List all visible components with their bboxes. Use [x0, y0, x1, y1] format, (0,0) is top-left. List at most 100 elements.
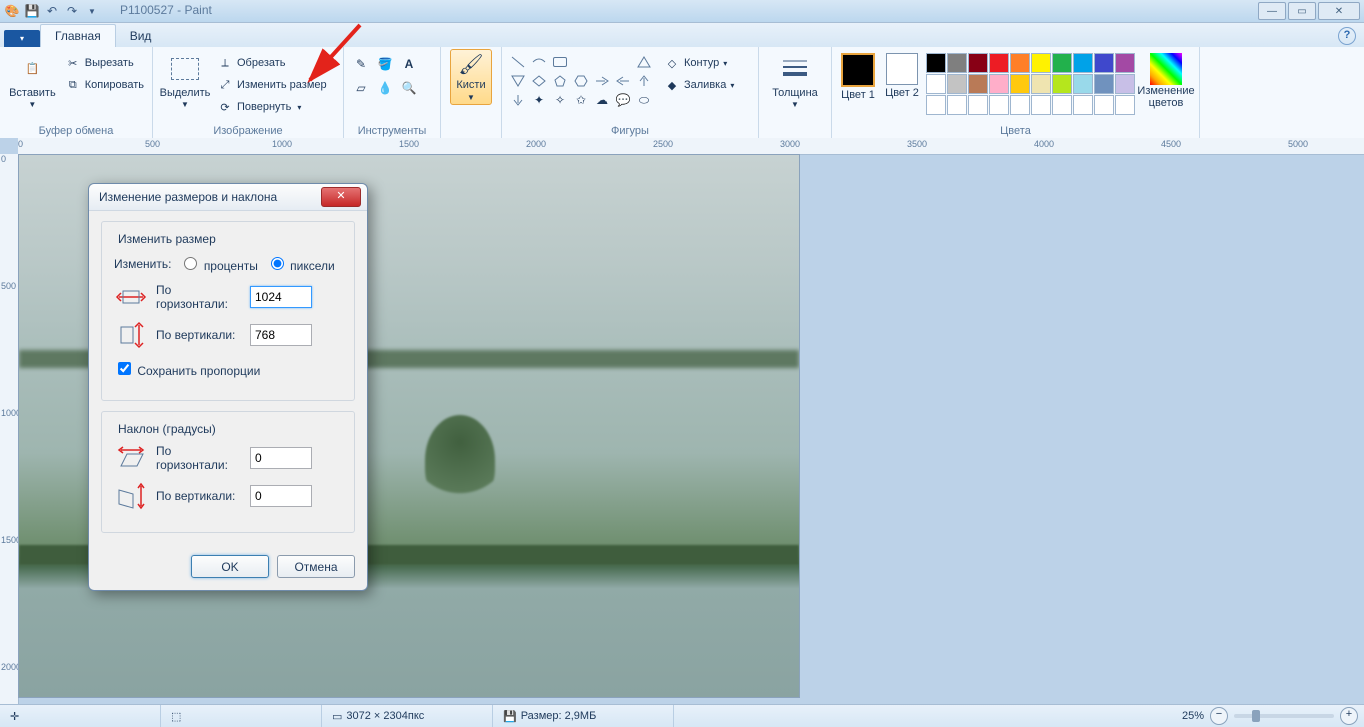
palette-swatch[interactable] — [926, 53, 946, 73]
dialog-close-button[interactable]: ✕ — [321, 187, 361, 207]
color-palette[interactable] — [926, 53, 1135, 115]
palette-swatch[interactable] — [1031, 95, 1051, 115]
cancel-button[interactable]: Отмена — [277, 555, 355, 578]
palette-swatch[interactable] — [1115, 53, 1135, 73]
outline-icon: ◇ — [664, 55, 680, 71]
dims-icon: ▭ — [332, 710, 342, 723]
palette-swatch[interactable] — [1010, 53, 1030, 73]
resize-icon: ⤢ — [217, 77, 233, 93]
skew-v-input[interactable] — [250, 485, 312, 507]
palette-swatch[interactable] — [947, 95, 967, 115]
zoom-tool[interactable]: 🔍 — [398, 77, 420, 99]
aspect-checkbox[interactable]: Сохранить пропорции — [114, 359, 260, 378]
color2-button[interactable]: Цвет 2 — [882, 49, 922, 99]
palette-swatch[interactable] — [926, 95, 946, 115]
ok-button[interactable]: OK — [191, 555, 269, 578]
palette-swatch[interactable] — [1052, 53, 1072, 73]
file-menu[interactable] — [4, 30, 40, 47]
cut-button[interactable]: ✂Вырезать — [63, 53, 146, 73]
thickness-icon — [779, 53, 811, 85]
palette-swatch[interactable] — [1094, 74, 1114, 94]
crop-icon: ⟂ — [217, 55, 233, 71]
palette-swatch[interactable] — [1073, 53, 1093, 73]
palette-swatch[interactable] — [1031, 53, 1051, 73]
paste-label: Вставить — [9, 87, 56, 99]
rotate-button[interactable]: ⟳Повернуть▾ — [215, 97, 329, 117]
palette-swatch[interactable] — [1094, 95, 1114, 115]
maximize-button[interactable]: ▭ — [1288, 2, 1316, 20]
tab-view[interactable]: Вид — [116, 25, 166, 47]
vertical-label: По вертикали: — [156, 328, 242, 342]
help-icon[interactable]: ? — [1338, 27, 1356, 45]
palette-swatch[interactable] — [989, 53, 1009, 73]
resize-skew-dialog: Изменение размеров и наклона ✕ Изменить … — [88, 183, 368, 591]
select-icon — [169, 53, 201, 85]
select-button[interactable]: Выделить ▼ — [159, 49, 211, 110]
clipboard-icon: 📋 — [16, 53, 48, 85]
fill-icon: ◆ — [664, 77, 680, 93]
text-tool[interactable]: A — [398, 53, 420, 75]
palette-swatch[interactable] — [1052, 74, 1072, 94]
zoom-slider[interactable] — [1234, 714, 1334, 718]
zoom-in-button[interactable]: + — [1340, 707, 1358, 725]
resize-by-label: Изменить: — [114, 257, 171, 271]
vertical-input[interactable] — [250, 324, 312, 346]
crop-button[interactable]: ⟂Обрезать — [215, 53, 329, 73]
palette-swatch[interactable] — [947, 53, 967, 73]
save-icon[interactable]: 💾 — [24, 3, 40, 19]
edit-colors-button[interactable]: Изменение цветов — [1139, 49, 1193, 109]
palette-swatch[interactable] — [1073, 74, 1093, 94]
skew-h-input[interactable] — [250, 447, 312, 469]
cursor-pos-icon: ✛ — [10, 710, 19, 723]
palette-swatch[interactable] — [926, 74, 946, 94]
size-button[interactable]: Толщина▼ — [771, 49, 819, 110]
tab-home[interactable]: Главная — [40, 24, 116, 47]
pencil-tool[interactable]: ✎ — [350, 53, 372, 75]
palette-swatch[interactable] — [1073, 95, 1093, 115]
color1-button[interactable]: Цвет 1 — [838, 49, 878, 101]
copy-button[interactable]: ⧉Копировать — [63, 75, 146, 95]
shapes-gallery[interactable]: ✦✧✩ ☁💬⬭ — [508, 49, 654, 109]
palette-swatch[interactable] — [1010, 95, 1030, 115]
minimize-button[interactable]: — — [1258, 2, 1286, 20]
palette-swatch[interactable] — [1115, 74, 1135, 94]
percent-radio[interactable]: проценты — [179, 254, 257, 273]
group-colors-label: Цвета — [838, 125, 1193, 139]
zoom-out-button[interactable]: − — [1210, 707, 1228, 725]
palette-swatch[interactable] — [1010, 74, 1030, 94]
fill-tool[interactable]: 🪣 — [374, 53, 396, 75]
undo-icon[interactable]: ↶ — [44, 3, 60, 19]
status-dims: 3072 × 2304пкс — [346, 710, 424, 722]
disk-icon: 💾 — [503, 710, 517, 723]
skew-vertical-icon — [114, 482, 148, 510]
resize-button[interactable]: ⤢Изменить размер — [215, 75, 329, 95]
palette-swatch[interactable] — [1115, 95, 1135, 115]
palette-swatch[interactable] — [947, 74, 967, 94]
brushes-button[interactable]: 🖌 Кисти ▼ — [450, 49, 492, 105]
palette-swatch[interactable] — [968, 74, 988, 94]
skew-legend: Наклон (градусы) — [114, 422, 220, 436]
picker-tool[interactable]: 💧 — [374, 77, 396, 99]
close-button[interactable]: ✕ — [1318, 2, 1360, 20]
rainbow-icon — [1150, 53, 1182, 85]
palette-swatch[interactable] — [968, 53, 988, 73]
group-image-label: Изображение — [159, 125, 337, 139]
ruler-vertical: 0500100015002000 — [0, 154, 19, 705]
palette-swatch[interactable] — [1094, 53, 1114, 73]
shape-fill-button[interactable]: ◆Заливка▾ — [662, 75, 736, 95]
qat-dropdown-icon[interactable]: ▼ — [84, 3, 100, 19]
redo-icon[interactable]: ↷ — [64, 3, 80, 19]
palette-swatch[interactable] — [989, 74, 1009, 94]
copy-icon: ⧉ — [65, 77, 81, 93]
paste-button[interactable]: 📋 Вставить ▼ — [6, 49, 59, 110]
scissors-icon: ✂ — [65, 55, 81, 71]
palette-swatch[interactable] — [989, 95, 1009, 115]
palette-swatch[interactable] — [968, 95, 988, 115]
palette-swatch[interactable] — [1031, 74, 1051, 94]
horizontal-input[interactable] — [250, 286, 312, 308]
palette-swatch[interactable] — [1052, 95, 1072, 115]
pixels-radio[interactable]: пиксели — [266, 254, 335, 273]
eraser-tool[interactable]: ▱ — [350, 77, 372, 99]
shape-outline-button[interactable]: ◇Контур▾ — [662, 53, 736, 73]
rotate-icon: ⟳ — [217, 99, 233, 115]
